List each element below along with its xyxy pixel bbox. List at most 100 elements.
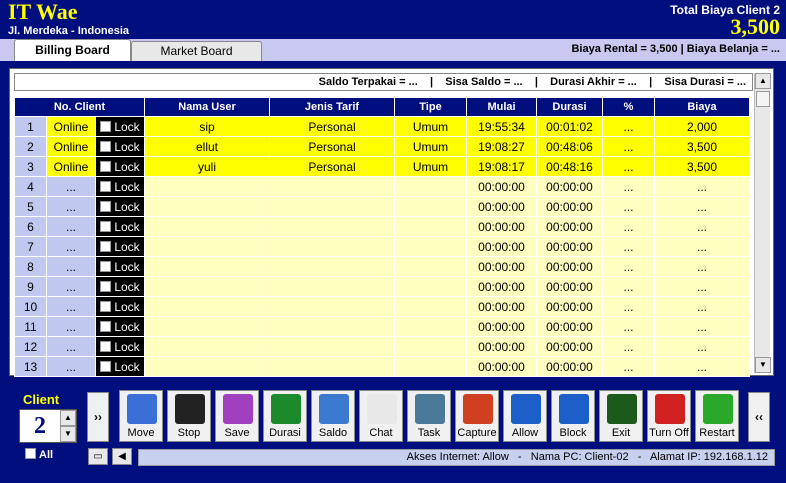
lock-checkbox[interactable] [100,300,112,312]
table-row[interactable]: 6... Lock 00:00:00 00:00:00...... [15,217,749,236]
cell-persen[interactable]: ... [603,137,654,156]
cell-durasi[interactable]: 00:00:00 [537,257,602,276]
cell-tipe[interactable] [395,317,466,336]
cell-tipe[interactable] [395,257,466,276]
cell-durasi[interactable]: 00:48:16 [537,157,602,176]
sound-icon[interactable]: ◀ [112,448,132,465]
cell-nama-user[interactable] [145,237,269,256]
cell-nama-user[interactable] [145,197,269,216]
client-status[interactable]: Online [47,117,95,136]
lock-checkbox[interactable] [100,200,112,212]
restart-button[interactable]: Restart [695,390,739,442]
header-tipe[interactable]: Tipe [395,98,466,116]
scroll-up-icon[interactable]: ▲ [755,73,771,89]
cell-jenis-tarif[interactable] [270,217,394,236]
cell-biaya[interactable]: ... [655,337,749,356]
cell-nama-user[interactable] [145,257,269,276]
cell-jenis-tarif[interactable] [270,257,394,276]
cell-jenis-tarif[interactable] [270,177,394,196]
client-number[interactable]: 13 [15,357,46,376]
table-row[interactable]: 1 Online Lock sip Personal Umum 19:55:34 00:01:… [15,117,749,136]
cell-mulai[interactable]: 00:00:00 [467,237,536,256]
block-button[interactable]: Block [551,390,595,442]
lock-toggle[interactable]: Lock [96,157,144,176]
save-button[interactable]: Save [215,390,259,442]
cell-tipe[interactable]: Umum [395,117,466,136]
header-persen[interactable]: % [603,98,654,116]
cell-persen[interactable]: ... [603,277,654,296]
cell-jenis-tarif[interactable]: Personal [270,117,394,136]
cell-nama-user[interactable]: ellut [145,137,269,156]
lock-checkbox[interactable] [100,240,112,252]
chat-button[interactable]: Chat [359,390,403,442]
header-nama-user[interactable]: Nama User [145,98,269,116]
cell-mulai[interactable]: 00:00:00 [467,357,536,376]
table-row[interactable]: 13... Lock 00:00:00 00:00:00...... [15,357,749,376]
lock-toggle[interactable]: Lock [96,237,144,256]
turn-off-button[interactable]: Turn Off [647,390,691,442]
table-row[interactable]: 2 Online Lock ellut Personal Umum 19:08:27 00:4… [15,137,749,156]
lock-toggle[interactable]: Lock [96,137,144,156]
cell-mulai[interactable]: 00:00:00 [467,297,536,316]
client-status[interactable]: ... [47,177,95,196]
cell-mulai[interactable]: 00:00:00 [467,197,536,216]
table-row[interactable]: 3 Online Lock yuli Personal Umum 19:08:17 00:48… [15,157,749,176]
table-row[interactable]: 7... Lock 00:00:00 00:00:00...... [15,237,749,256]
cell-nama-user[interactable] [145,317,269,336]
cell-durasi[interactable]: 00:00:00 [537,357,602,376]
lock-checkbox[interactable] [100,120,112,132]
cell-nama-user[interactable] [145,177,269,196]
cell-jenis-tarif[interactable] [270,277,394,296]
header-biaya[interactable]: Biaya [655,98,749,116]
header-jenis-tarif[interactable]: Jenis Tarif [270,98,394,116]
client-number[interactable]: 9 [15,277,46,296]
prev-clients-button[interactable]: ‹‹ [748,392,770,442]
cell-mulai[interactable]: 19:55:34 [467,117,536,136]
cell-tipe[interactable] [395,357,466,376]
capture-button[interactable]: Capture [455,390,499,442]
all-checkbox[interactable]: All [25,448,53,461]
client-status[interactable]: Online [47,137,95,156]
all-checkbox-box[interactable] [25,448,36,459]
client-number[interactable]: 12 [15,337,46,356]
cell-biaya[interactable]: ... [655,237,749,256]
cell-persen[interactable]: ... [603,197,654,216]
cell-mulai[interactable]: 00:00:00 [467,277,536,296]
cell-durasi[interactable]: 00:00:00 [537,317,602,336]
cell-nama-user[interactable] [145,357,269,376]
client-number[interactable]: 5 [15,197,46,216]
cell-tipe[interactable]: Umum [395,137,466,156]
client-number-spinner[interactable]: 2 ▲ ▼ [19,409,77,443]
cell-nama-user[interactable] [145,217,269,236]
lock-checkbox[interactable] [100,320,112,332]
cell-durasi[interactable]: 00:00:00 [537,297,602,316]
header-no-client[interactable]: No. Client [15,98,144,116]
cell-durasi[interactable]: 00:00:00 [537,277,602,296]
table-vertical-scrollbar[interactable]: ▲ ▼ [754,73,771,373]
cell-tipe[interactable] [395,297,466,316]
client-number[interactable]: 2 [15,137,46,156]
cell-durasi[interactable]: 00:00:00 [537,197,602,216]
spinner-down-icon[interactable]: ▼ [60,426,76,442]
lock-checkbox[interactable] [100,280,112,292]
cell-mulai[interactable]: 19:08:17 [467,157,536,176]
cell-mulai[interactable]: 00:00:00 [467,217,536,236]
cell-tipe[interactable] [395,337,466,356]
client-number[interactable]: 10 [15,297,46,316]
table-row[interactable]: 11... Lock 00:00:00 00:00:00...... [15,317,749,336]
cell-biaya[interactable]: ... [655,177,749,196]
cell-durasi[interactable]: 00:00:00 [537,177,602,196]
client-status[interactable]: ... [47,357,95,376]
table-row[interactable]: 5... Lock 00:00:00 00:00:00...... [15,197,749,216]
cell-persen[interactable]: ... [603,237,654,256]
client-number[interactable]: 4 [15,177,46,196]
table-row[interactable]: 9... Lock 00:00:00 00:00:00...... [15,277,749,296]
cell-persen[interactable]: ... [603,337,654,356]
client-number[interactable]: 11 [15,317,46,336]
cell-biaya[interactable]: ... [655,197,749,216]
lock-toggle[interactable]: Lock [96,197,144,216]
lock-toggle[interactable]: Lock [96,337,144,356]
table-row[interactable]: 8... Lock 00:00:00 00:00:00...... [15,257,749,276]
client-status[interactable]: ... [47,197,95,216]
cell-biaya[interactable]: ... [655,257,749,276]
